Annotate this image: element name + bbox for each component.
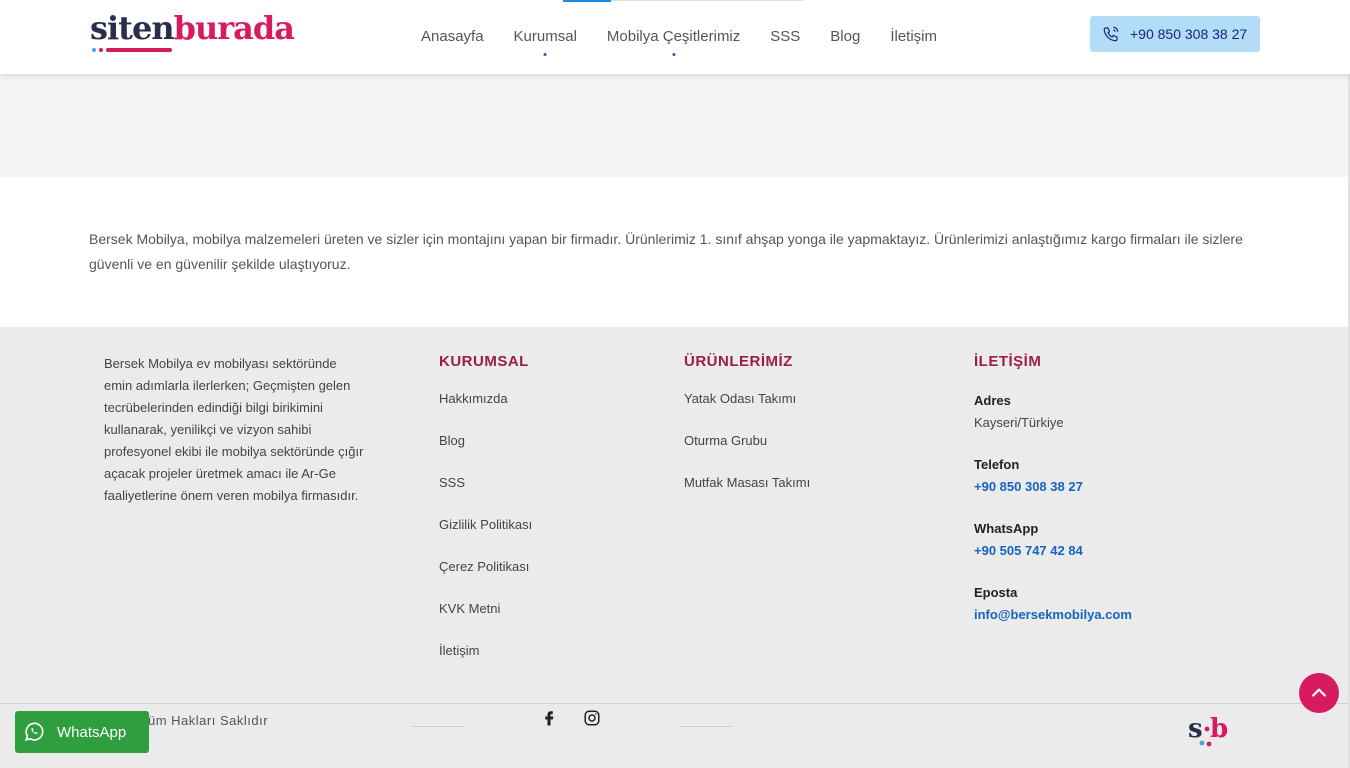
facebook-icon[interactable]: [540, 709, 558, 731]
sitenburada-mark-icon[interactable]: s b: [1188, 711, 1232, 747]
site-header: sitenburada Anasayfa Kurumsal Mobilya Çe…: [0, 0, 1350, 74]
contact-phone-label: Telefon: [974, 457, 1020, 472]
nav-item-sss[interactable]: SSS: [770, 28, 800, 45]
contact-address: Kayseri/Türkiye: [974, 415, 1064, 430]
submenu-dot: [543, 53, 547, 56]
back-to-top-button[interactable]: [1299, 673, 1339, 713]
about-text: Bersek Mobilya, mobilya malzemeleri üret…: [89, 231, 1243, 272]
footer-short-line: [680, 726, 732, 727]
footer-link[interactable]: KVK Metni: [439, 600, 532, 642]
main-nav: Anasayfa Kurumsal Mobilya Çeşitlerimiz S…: [421, 28, 967, 56]
contact-email-link[interactable]: info@bersekmobilya.com: [974, 604, 1132, 626]
contact-whatsapp-link[interactable]: +90 505 747 42 84: [974, 540, 1132, 562]
footer-link[interactable]: Mutfak Masası Takımı: [684, 474, 810, 516]
page-banner-area: [0, 74, 1350, 177]
nav-item-kurumsal[interactable]: Kurumsal: [514, 28, 577, 56]
footer-divider: [0, 703, 1350, 704]
nav-item-mobilya-cesitlerimiz[interactable]: Mobilya Çeşitlerimiz: [607, 28, 740, 56]
svg-text:b: b: [1210, 714, 1228, 744]
logo-text-part2: burada: [173, 9, 295, 47]
header-top-accent: [563, 0, 611, 2]
footer-heading-urunlerimiz: ÜRÜNLERİMİZ: [684, 353, 793, 370]
whatsapp-float-button[interactable]: WhatsApp: [15, 711, 149, 753]
logo-underline: [92, 48, 172, 53]
whatsapp-button-label: WhatsApp: [57, 723, 127, 741]
footer-description: Bersek Mobilya ev mobilyası sektöründe e…: [104, 356, 364, 503]
footer-link[interactable]: Hakkımızda: [439, 390, 532, 432]
nav-item-iletisim[interactable]: İletişim: [890, 28, 937, 45]
contact-phone-link[interactable]: +90 850 308 38 27: [974, 476, 1132, 498]
submenu-dot: [672, 53, 676, 56]
nav-item-blog[interactable]: Blog: [830, 28, 860, 45]
footer-link[interactable]: Gizlilik Politikası: [439, 516, 532, 558]
site-logo[interactable]: sitenburada: [90, 10, 300, 56]
footer-heading-iletisim: İLETİŞİM: [974, 353, 1042, 370]
contact-whatsapp-label: WhatsApp: [974, 521, 1039, 536]
footer-link[interactable]: Çerez Politikası: [439, 558, 532, 600]
footer-col-iletisim: İLETİŞİM Adres Kayseri/Türkiye Telefon +…: [974, 353, 1132, 646]
phone-icon: [1103, 26, 1119, 42]
logo-text-part1: siten: [90, 9, 175, 47]
footer-link[interactable]: Oturma Grubu: [684, 432, 810, 474]
footer-col-kurumsal: KURUMSAL Hakkımızda Blog SSS Gizlilik Po…: [439, 353, 532, 684]
nav-item-anasayfa[interactable]: Anasayfa: [421, 28, 484, 45]
footer-link[interactable]: Blog: [439, 432, 532, 474]
instagram-icon[interactable]: [583, 709, 601, 731]
contact-email-label: Eposta: [974, 585, 1018, 600]
site-footer: Bersek Mobilya ev mobilyası sektöründe e…: [0, 327, 1350, 768]
copyright-text: üm Hakları Saklıdır: [148, 713, 269, 728]
footer-link[interactable]: Yatak Odası Takımı: [684, 390, 810, 432]
chevron-up-icon: [1312, 688, 1326, 697]
svg-text:s: s: [1188, 714, 1203, 744]
footer-heading-kurumsal: KURUMSAL: [439, 353, 529, 370]
header-phone-number: +90 850 308 38 27: [1130, 26, 1248, 42]
footer-short-line: [412, 726, 464, 727]
logo-text: sitenburada: [90, 10, 300, 46]
footer-link[interactable]: İletişim: [439, 642, 532, 684]
contact-address-label: Adres: [974, 393, 1011, 408]
whatsapp-icon: [24, 722, 44, 741]
footer-col-urunlerimiz: ÜRÜNLERİMİZ Yatak Odası Takımı Oturma Gr…: [684, 353, 810, 516]
footer-link[interactable]: SSS: [439, 474, 532, 516]
header-phone-button[interactable]: +90 850 308 38 27: [1090, 16, 1260, 52]
